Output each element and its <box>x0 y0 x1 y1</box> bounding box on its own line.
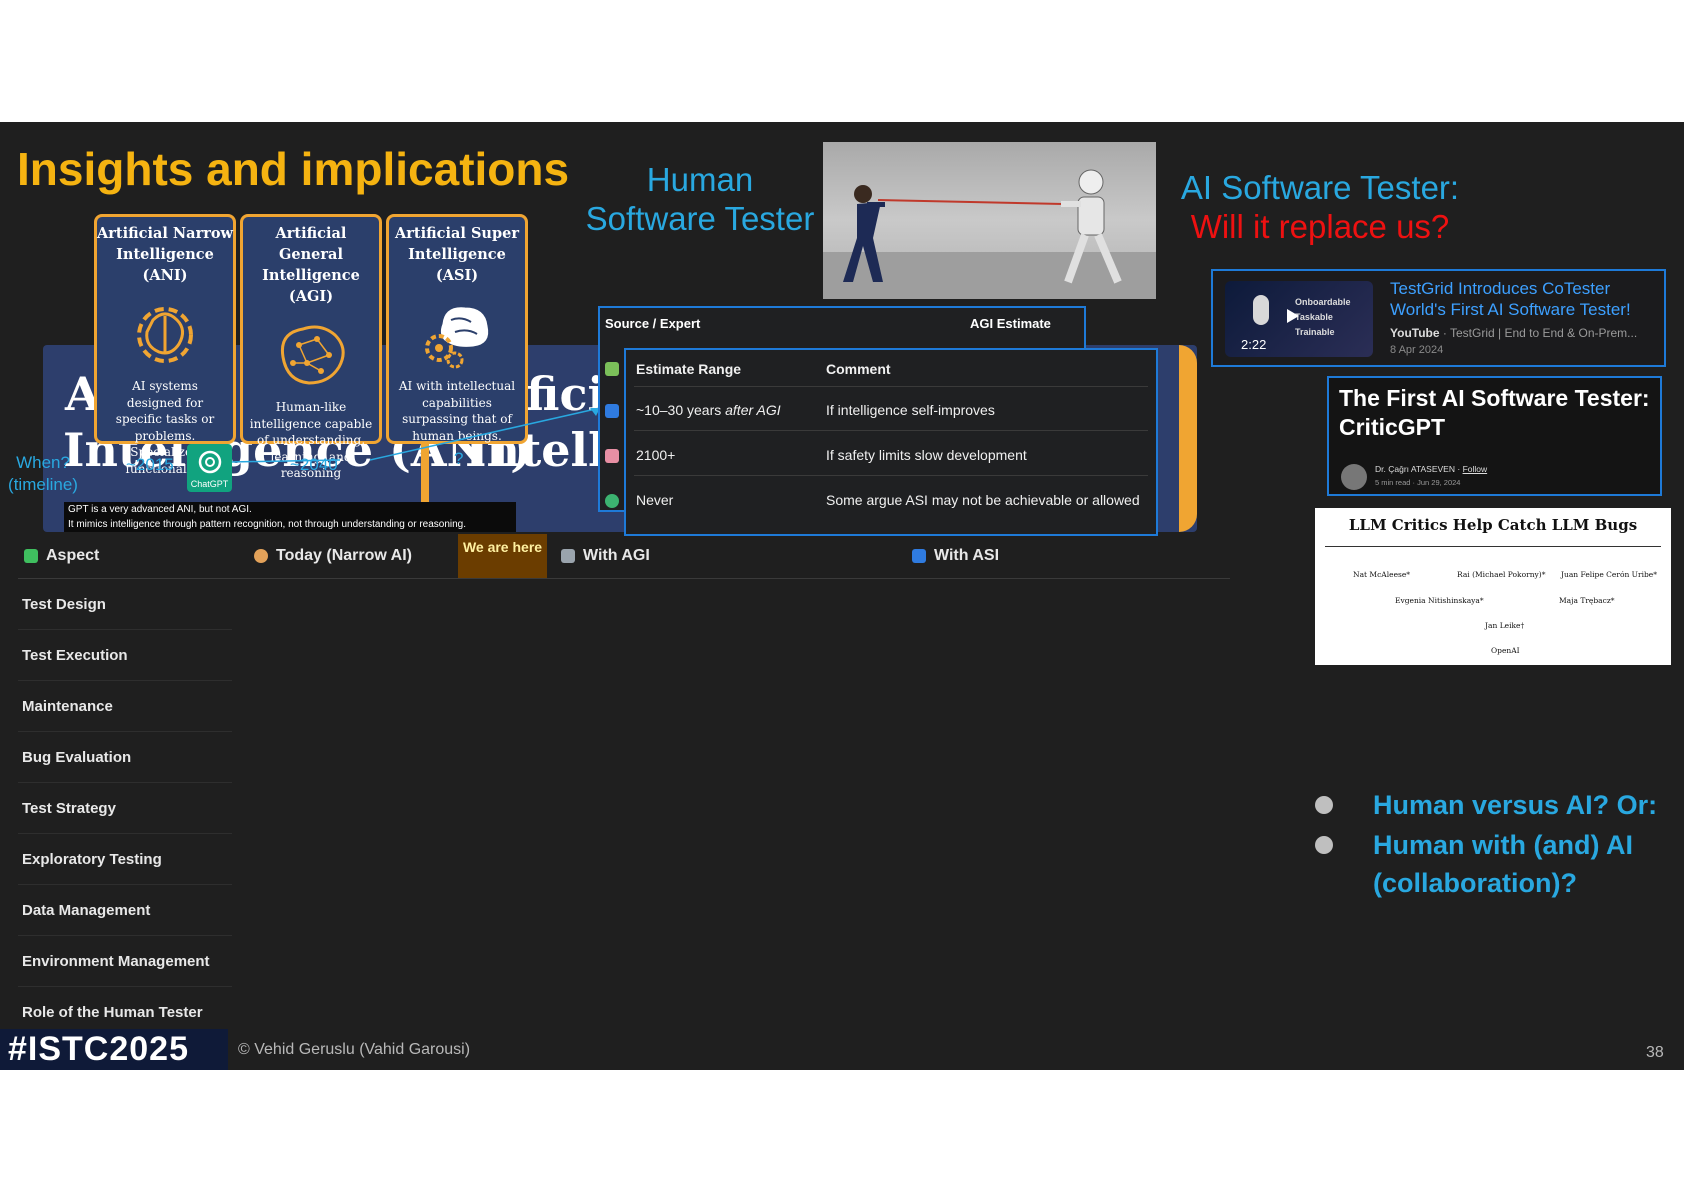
follow-link[interactable]: Follow <box>1463 464 1488 474</box>
paper-author: Rai (Michael Pokorny)* <box>1457 570 1546 579</box>
bullet-list: Human versus AI? Or: Human with (and) AI… <box>1313 786 1683 904</box>
network-brain-icon <box>269 317 353 395</box>
robot-icon <box>561 549 575 563</box>
timeline-question: When? (timeline) <box>8 453 78 494</box>
llm-critics-paper: LLM Critics Help Catch LLM Bugs Nat McAl… <box>1315 508 1671 665</box>
paper-author: Maja Trębacz* <box>1559 596 1615 605</box>
asi-table-header: Estimate Range Comment <box>636 354 1146 384</box>
video-thumbnail[interactable]: Onboardable Taskable Trainable 2:22 <box>1225 281 1373 357</box>
table-row: Test Design <box>18 579 232 630</box>
avatar <box>1341 464 1367 490</box>
criticgpt-article-card[interactable]: The First AI Software Tester: CriticGPT … <box>1327 376 1662 496</box>
paper-author: Juan Felipe Cerón Uribe* <box>1561 570 1657 579</box>
timeline-2015: ~2015 <box>126 455 174 474</box>
chatgpt-icon <box>198 450 221 474</box>
source-expert-header: Source / Expert <box>605 316 701 331</box>
gear-brain-icon <box>123 296 207 374</box>
gpt-note-line1: GPT is a very advanced ANI, but not AGI. <box>68 504 252 515</box>
page-number: 38 <box>1646 1044 1664 1061</box>
card-agi-title: Artificial General Intelligence (AGI) <box>262 225 360 305</box>
video-meta: YouTube · TestGrid | End to End & On-Pre… <box>1390 326 1638 340</box>
gpt-note: GPT is a very advanced ANI, but not AGI.… <box>64 502 516 532</box>
video-title[interactable]: TestGrid Introduces CoTester World's Fir… <box>1390 278 1660 320</box>
card-ani-title: Artificial Narrow Intelligence (ANI) <box>97 225 234 284</box>
asi-estimate-table: Estimate Range Comment ~10–30 years afte… <box>624 348 1158 536</box>
estimate-range: Never <box>636 492 674 508</box>
globe-icon <box>605 494 619 508</box>
video-duration: 2:22 <box>1241 337 1267 352</box>
paper-title: LLM Critics Help Catch LLM Bugs <box>1348 516 1638 534</box>
estimate-comment: If safety limits slow development <box>826 447 1027 463</box>
thumb-line2: Taskable <box>1295 312 1333 322</box>
comment-header: Comment <box>826 361 891 377</box>
table-row: ~10–30 years after AGI If intelligence s… <box>636 396 1146 424</box>
card-ani: Artificial Narrow Intelligence (ANI) AI … <box>94 214 236 476</box>
agi-estimate-header-label: AGI Estimate <box>970 316 1051 331</box>
cog-brain-icon <box>415 296 499 374</box>
aspect-header: Aspect <box>24 534 99 578</box>
estimate-comment: If intelligence self-improves <box>826 402 995 418</box>
bullet-item: Human with (and) AI (collaboration)? <box>1313 826 1683 902</box>
estimate-range: ~10–30 years after AGI <box>636 402 781 418</box>
tug-of-war-image <box>823 142 1156 299</box>
chatgpt-label: ChatGPT <box>190 479 229 489</box>
table-row: Maintenance <box>18 681 232 732</box>
slide-title: Insights and implications <box>17 143 570 195</box>
article-meta: 5 min read · Jun 29, 2024 <box>1375 478 1461 487</box>
table-row: Exploratory Testing <box>18 834 232 885</box>
flag-icon <box>605 404 619 418</box>
card-asi-title: Artificial Super Intelligence (ASI) <box>395 225 519 284</box>
table-row: Bug Evaluation <box>18 732 232 783</box>
paper-author: Evgenia Nitishinskaya* <box>1395 596 1484 605</box>
estimate-range: 2100+ <box>636 447 676 463</box>
thumb-line3: Trainable <box>1295 327 1335 337</box>
bullet-item: Human versus AI? Or: <box>1313 786 1683 824</box>
youtube-video-card[interactable]: Onboardable Taskable Trainable 2:22 Test… <box>1211 269 1666 367</box>
chatgpt-logo: ChatGPT <box>187 444 232 492</box>
copyright: © Vehid Geruslu (Vahid Garousi) <box>238 1041 471 1058</box>
human-tester-label: Human Software Tester <box>585 161 815 237</box>
estimate-range-header: Estimate Range <box>636 361 742 377</box>
brain-icon <box>605 449 619 463</box>
istc-logo: #ISTC2025 <box>0 1029 228 1070</box>
thumb-line1: Onboardable <box>1295 297 1351 307</box>
article-title[interactable]: The First AI Software Tester: CriticGPT <box>1339 384 1659 442</box>
table-row: Data Management <box>18 885 232 936</box>
ai-tester-line1: AI Software Tester: <box>1180 169 1460 206</box>
today-header: Today (Narrow AI) <box>254 534 412 578</box>
table-row: 2100+ If safety limits slow development <box>636 441 1146 469</box>
person-icon <box>254 549 268 563</box>
with-agi-header: With AGI <box>561 534 650 578</box>
chart-icon <box>605 362 619 376</box>
play-icon[interactable] <box>1287 309 1299 323</box>
article-author: Dr. Çağrı ATASEVEN · Follow <box>1375 464 1488 474</box>
table-row: Test Execution <box>18 630 232 681</box>
estimate-comment: Some argue ASI may not be achievable or … <box>826 492 1140 508</box>
puzzle-icon <box>24 549 38 563</box>
paper-affiliation: OpenAI <box>1491 646 1520 655</box>
ai-tester-heading: AI Software Tester: Will it replace us? <box>1160 168 1480 246</box>
robot-figure-icon <box>1253 295 1269 325</box>
paper-author: Jan Leike† <box>1485 621 1525 630</box>
table-row: Never Some argue ASI may not be achievab… <box>636 486 1146 514</box>
video-date: 8 Apr 2024 <box>1390 344 1444 356</box>
slide: Insights and implications Human Software… <box>0 122 1684 1070</box>
agi-estimate-header: Source / Expert AGI Estimate <box>600 308 1084 344</box>
ai-tester-line2: Will it replace us? <box>1190 208 1450 245</box>
table-row: Environment Management <box>18 936 232 987</box>
paper-author: Nat McAleese* <box>1353 570 1411 579</box>
blue-shape-icon <box>912 549 926 563</box>
timeline-arrow <box>230 407 601 463</box>
table-row: Test Strategy <box>18 783 232 834</box>
gpt-note-line2: It mimics intelligence through pattern r… <box>68 519 467 530</box>
comparison-table-header: Aspect Today (Narrow AI) With AGI With A… <box>18 534 1230 579</box>
with-asi-header: With ASI <box>912 534 999 578</box>
